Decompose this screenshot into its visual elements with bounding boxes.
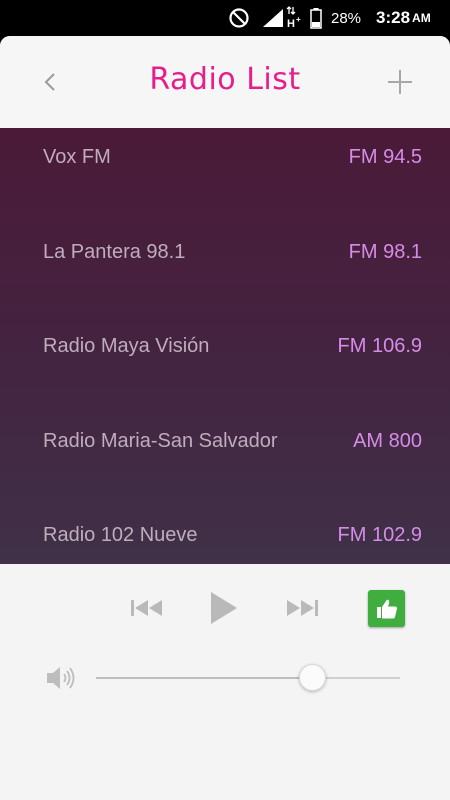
- battery-icon: [310, 0, 322, 36]
- like-button[interactable]: [368, 590, 405, 627]
- play-icon: [211, 592, 237, 624]
- play-button[interactable]: [203, 588, 243, 628]
- station-frequency: FM 98.1: [348, 241, 422, 263]
- station-frequency: FM 94.5: [348, 146, 422, 168]
- next-icon: [287, 600, 318, 616]
- signal-icon: [262, 0, 284, 36]
- volume-slider-fill: [96, 677, 312, 679]
- station-name: Radio Maya Visión: [43, 335, 210, 357]
- station-row[interactable]: Radio Maya Visión FM 106.9: [0, 317, 450, 411]
- clock: 3:28 AM: [376, 0, 431, 36]
- station-name: Radio Maria-San Salvador: [43, 430, 278, 452]
- station-frequency: FM 102.9: [337, 524, 422, 546]
- station-row[interactable]: Radio Maria-San Salvador AM 800: [0, 412, 450, 506]
- clock-ampm: AM: [412, 11, 431, 25]
- app-header: Radio List: [0, 36, 450, 128]
- svg-text:+: +: [296, 15, 301, 24]
- do-not-disturb-icon: [228, 0, 250, 36]
- station-frequency: AM 800: [353, 430, 422, 452]
- station-list: Vox FM FM 94.5 La Pantera 98.1 FM 98.1 R…: [0, 128, 450, 564]
- station-row[interactable]: La Pantera 98.1 FM 98.1: [0, 223, 450, 317]
- station-name: Radio 102 Nueve: [43, 524, 198, 546]
- next-button[interactable]: [283, 594, 321, 622]
- radio-list-screen: Radio List Vox FM FM 94.5 La Pantera 98.…: [0, 36, 450, 800]
- station-name: La Pantera 98.1: [43, 241, 186, 263]
- station-name: Vox FM: [43, 146, 111, 168]
- station-row[interactable]: Vox FM FM 94.5: [0, 128, 450, 222]
- previous-icon: [131, 600, 162, 616]
- data-hplus-icon: H +: [286, 0, 304, 36]
- volume-slider[interactable]: [96, 664, 400, 691]
- previous-button[interactable]: [128, 594, 166, 622]
- svg-text:H: H: [287, 18, 295, 30]
- add-station-button[interactable]: [378, 60, 422, 104]
- status-bar: H + 28% 3:28 AM: [0, 0, 450, 36]
- volume-slider-thumb[interactable]: [298, 664, 326, 691]
- thumbs-up-icon: [376, 599, 397, 618]
- station-row[interactable]: Radio 102 Nueve FM 102.9: [0, 506, 450, 564]
- battery-percent: 28%: [331, 9, 362, 27]
- clock-time: 3:28: [376, 8, 411, 27]
- station-frequency: FM 106.9: [337, 335, 422, 357]
- volume-icon[interactable]: [45, 662, 79, 694]
- player-panel: [0, 564, 450, 800]
- plus-icon: [388, 70, 412, 94]
